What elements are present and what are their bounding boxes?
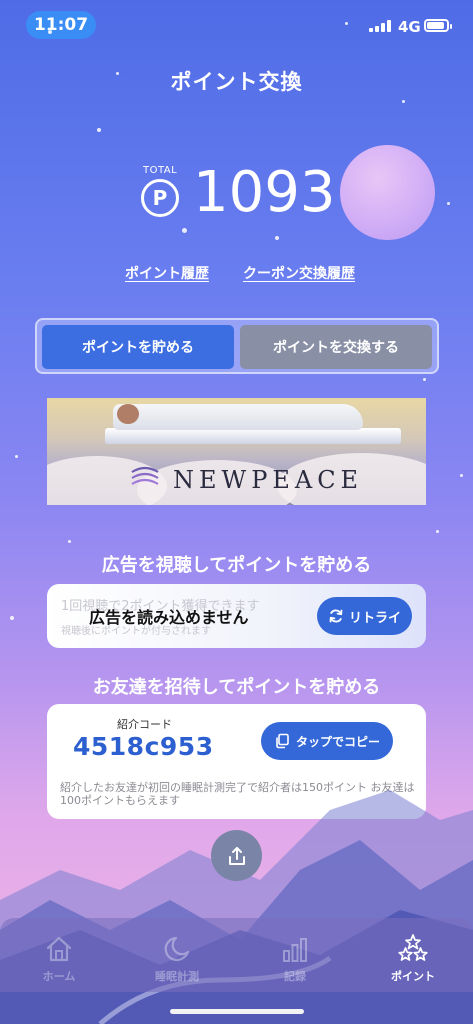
nav-records[interactable]: 記録 [236, 924, 354, 988]
moon-illustration [340, 145, 435, 240]
coupon-history-link[interactable]: クーポン交換履歴 [243, 263, 355, 283]
battery-icon [424, 19, 452, 32]
point-symbol: P [152, 186, 168, 210]
stars-icon [398, 934, 428, 961]
nav-points-label: ポイント [391, 970, 435, 983]
mattress-image [105, 428, 401, 444]
refresh-icon [329, 609, 343, 623]
ad-error-message: 広告を読み込めません [89, 608, 249, 627]
ad-load-card: 1回視聴で2ポイント獲得できます 視聴後にポイントが付与されます 広告を読み込め… [47, 584, 426, 648]
watch-ad-title: 広告を視聴してポイントを貯める [101, 555, 372, 576]
nav-sleep-label: 睡眠計測 [155, 970, 199, 983]
nav-home-label: ホーム [42, 970, 76, 983]
point-history-link[interactable]: ポイント履歴 [125, 263, 209, 283]
retry-label: リトライ [348, 610, 401, 626]
tab-exchange-points[interactable]: ポイントを交換する [240, 325, 432, 369]
referral-code-label: 紹介コード [117, 718, 172, 731]
points-value: 1093 [193, 160, 336, 225]
nav-home[interactable]: ホーム [0, 924, 118, 988]
tab-earn-points[interactable]: ポイントを貯める [42, 325, 234, 369]
nav-points[interactable]: ポイント [354, 924, 472, 988]
sleeper-head [117, 404, 139, 424]
invite-title: お友達を招待してポイントを貯める [92, 677, 381, 698]
referral-code: 4518c953 [73, 732, 214, 761]
nav-sleep[interactable]: 睡眠計測 [118, 924, 236, 988]
newpeace-logo-icon [131, 466, 159, 485]
status-time: 11:07 [26, 11, 96, 39]
sleeper-image [113, 404, 363, 430]
share-icon [228, 846, 245, 865]
status-bar: 11:07 4G [0, 0, 473, 48]
moon-icon [164, 936, 190, 962]
total-label: TOTAL [143, 165, 178, 176]
home-icon [46, 936, 72, 962]
mode-tabs: ポイントを貯める ポイントを交換する [35, 318, 439, 374]
copy-code-button[interactable]: タップでコピー [261, 722, 393, 760]
page-title: ポイント交換 [170, 70, 303, 94]
copy-icon [276, 733, 289, 749]
copy-label: タップでコピー [295, 734, 380, 749]
points-display: TOTAL P 1093 [138, 158, 338, 238]
brand-name: NEWPEACE [173, 466, 364, 494]
point-coin-icon: P [141, 179, 179, 217]
home-indicator[interactable] [170, 1009, 304, 1014]
chart-icon [283, 938, 307, 962]
nav-records-label: 記録 [284, 970, 306, 983]
share-button[interactable] [211, 830, 262, 881]
retry-button[interactable]: リトライ [317, 597, 412, 635]
bottom-nav: ホーム 睡眠計測 記録 ポイント [0, 918, 473, 992]
ad-banner[interactable]: NEWPEACE [47, 398, 426, 505]
signal-icon [369, 20, 391, 32]
network-type: 4G [398, 18, 421, 36]
